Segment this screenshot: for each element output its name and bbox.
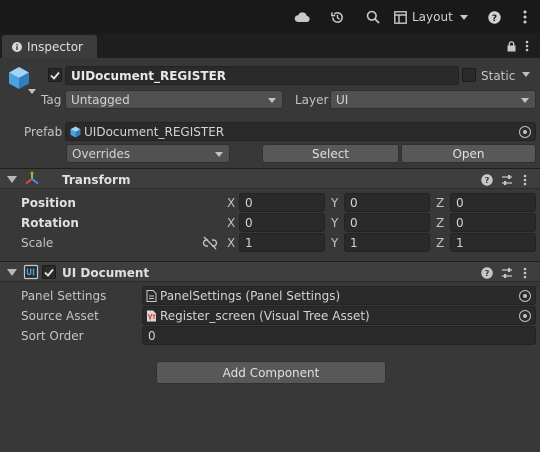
svg-text:?: ? (491, 14, 496, 24)
chevron-down-icon (459, 14, 468, 20)
layout-label: Layout (412, 10, 453, 24)
rotation-y-field[interactable]: 0 (344, 213, 430, 232)
panel-settings-field[interactable]: PanelSettings (Panel Settings) (142, 286, 536, 305)
svg-text:?: ? (485, 268, 490, 278)
position-label: Position (21, 196, 76, 210)
static-checkbox[interactable] (462, 68, 476, 82)
icon-dropdown-caret[interactable] (28, 89, 36, 94)
object-picker-icon[interactable] (519, 126, 531, 138)
select-button[interactable]: Select (262, 144, 399, 163)
help-icon[interactable]: ? (480, 169, 494, 190)
ui-document-enabled-checkbox[interactable] (42, 265, 56, 279)
static-label: Static (481, 68, 516, 83)
rotation-x-label: X (227, 216, 236, 230)
scale-x-label: X (227, 236, 236, 250)
help-icon[interactable]: ? (480, 262, 494, 283)
info-icon (12, 41, 22, 52)
lock-icon[interactable] (505, 40, 517, 52)
layer-dropdown[interactable]: UI (330, 90, 536, 109)
transform-icon (24, 171, 40, 187)
panel-settings-label: Panel Settings (21, 289, 107, 303)
transform-foldout-icon[interactable] (7, 176, 17, 183)
tab-menu-icon[interactable] (522, 39, 532, 53)
scale-y-label: Y (331, 236, 339, 250)
ui-document-title: UI Document (62, 265, 150, 280)
help-icon[interactable]: ? (485, 8, 503, 26)
position-z-label: Z (436, 196, 445, 210)
scale-z-field[interactable]: 1 (450, 233, 536, 252)
search-icon[interactable] (364, 8, 382, 26)
layer-label: Layer (295, 93, 329, 107)
object-picker-icon[interactable] (519, 290, 531, 302)
position-y-field[interactable]: 0 (344, 193, 430, 212)
tag-value: Untagged (71, 92, 130, 107)
cloud-icon[interactable] (293, 8, 311, 26)
inspector-panel (0, 58, 540, 452)
rotation-z-label: Z (436, 216, 445, 230)
scale-label: Scale (21, 236, 54, 250)
visual-tree-asset-icon (146, 310, 157, 322)
transform-title: Transform (62, 172, 131, 187)
panel-settings-asset-icon (146, 289, 157, 302)
open-button[interactable]: Open (401, 144, 536, 163)
constrain-proportions-icon[interactable] (202, 236, 218, 250)
sort-order-field[interactable]: 0 (142, 326, 536, 345)
gameobject-name-field[interactable]: UIDocument_REGISTER (65, 66, 459, 85)
chevron-down-icon (215, 151, 223, 157)
rotation-z-field[interactable]: 0 (450, 213, 536, 232)
rotation-y-label: Y (331, 216, 339, 230)
more-icon[interactable] (516, 8, 534, 26)
component-menu-icon[interactable] (519, 169, 531, 190)
object-picker-icon[interactable] (519, 310, 531, 322)
add-component-button[interactable]: Add Component (156, 361, 386, 384)
tab-inspector[interactable]: Inspector (2, 35, 97, 58)
prefab-field[interactable]: UIDocument_REGISTER (65, 122, 536, 141)
position-x-field[interactable]: 0 (239, 193, 325, 212)
presets-icon[interactable] (500, 169, 514, 190)
scale-x-field[interactable]: 1 (239, 233, 325, 252)
overrides-label: Overrides (72, 146, 131, 161)
ui-document-icon (23, 264, 39, 280)
position-y-label: Y (331, 196, 339, 210)
scale-y-field[interactable]: 1 (344, 233, 430, 252)
rotation-x-field[interactable]: 0 (239, 213, 325, 232)
prefab-label: Prefab (24, 125, 63, 139)
presets-icon[interactable] (500, 262, 514, 283)
position-x-label: X (227, 196, 236, 210)
overrides-dropdown[interactable]: Overrides (66, 144, 230, 163)
history-icon[interactable] (328, 8, 346, 26)
prefab-cube-icon (70, 126, 81, 138)
tab-label: Inspector (27, 39, 83, 54)
source-asset-label: Source Asset (21, 309, 99, 323)
prefab-value: UIDocument_REGISTER (84, 124, 225, 139)
active-checkbox[interactable] (48, 68, 62, 82)
component-menu-icon[interactable] (519, 262, 531, 283)
chevron-down-icon (268, 97, 276, 103)
static-dropdown-caret[interactable] (522, 72, 530, 77)
svg-text:?: ? (485, 175, 490, 185)
panel-settings-value: PanelSettings (Panel Settings) (160, 288, 341, 303)
rotation-label: Rotation (21, 216, 79, 230)
chevron-down-icon (521, 97, 529, 103)
layer-value: UI (336, 92, 349, 107)
layout-icon (394, 10, 407, 24)
ui-document-foldout-icon[interactable] (7, 269, 17, 276)
position-z-field[interactable]: 0 (450, 193, 536, 212)
source-asset-value: Register_screen (Visual Tree Asset) (160, 308, 370, 323)
tag-label: Tag (41, 93, 62, 107)
scale-z-label: Z (436, 236, 445, 250)
layout-dropdown[interactable]: Layout (394, 6, 470, 28)
tag-dropdown[interactable]: Untagged (65, 90, 283, 109)
sort-order-label: Sort Order (21, 329, 84, 343)
source-asset-field[interactable]: Register_screen (Visual Tree Asset) (142, 306, 536, 325)
